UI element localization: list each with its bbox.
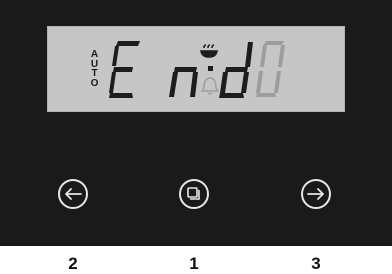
bowl-icon (200, 44, 218, 58)
digit-zero-dim (256, 41, 285, 97)
arrow-right-icon (307, 188, 324, 200)
layers-icon (187, 187, 200, 200)
left-arrow-button[interactable] (58, 179, 88, 209)
digit-n (169, 67, 198, 97)
lcd-display: AUTO (47, 26, 345, 112)
segment-digits (109, 41, 285, 98)
arrow-left-icon (65, 188, 82, 200)
menu-button[interactable] (179, 179, 209, 209)
left-button-number: 2 (68, 254, 78, 273)
control-panel: AUTO (0, 0, 392, 246)
colon-dot (208, 66, 213, 71)
digit-d (219, 42, 253, 98)
right-arrow-button[interactable] (301, 179, 331, 209)
digit-e (109, 41, 140, 98)
bell-icon (200, 77, 220, 95)
center-button-number: 1 (189, 254, 199, 273)
right-button-number: 3 (311, 254, 321, 273)
